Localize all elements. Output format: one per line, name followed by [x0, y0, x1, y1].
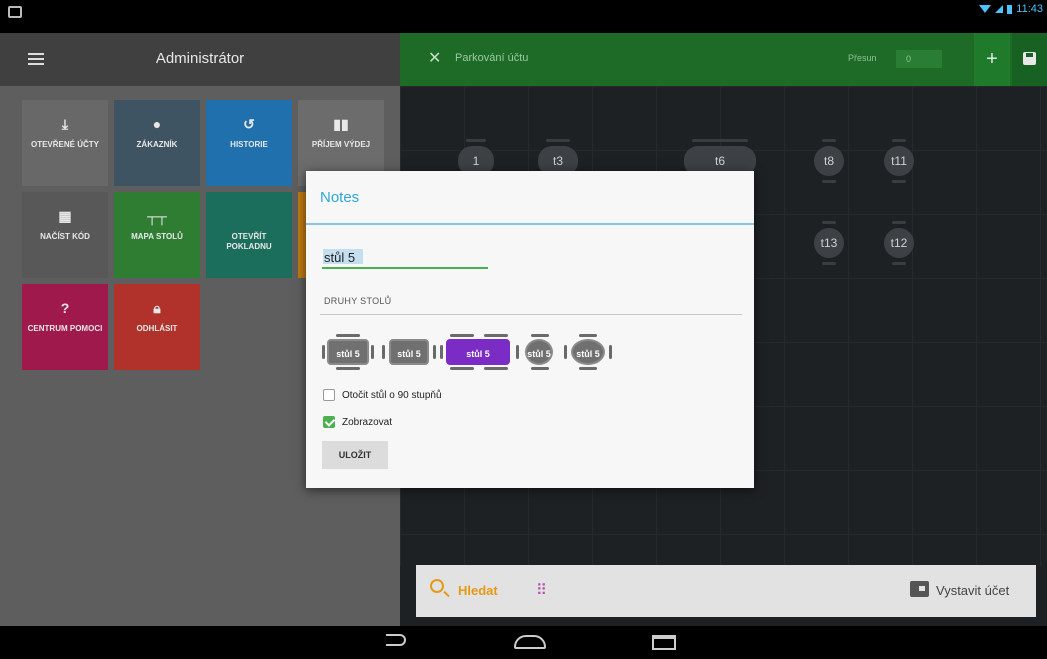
notes-dialog: Notes DRUHY STOLŮ stůl 5 stůl 5 stůl 5 [306, 171, 754, 488]
qr-code-icon: ▦ [58, 208, 72, 224]
home-icon[interactable] [514, 635, 546, 649]
chair-icon [564, 345, 567, 359]
table-t13[interactable]: t13 [814, 221, 844, 265]
table-type-square-4[interactable]: stůl 5 [322, 334, 374, 370]
navigation-bar [0, 626, 1047, 659]
table-types-heading: DRUHY STOLŮ [324, 296, 392, 306]
admin-title: Administrátor [155, 50, 245, 67]
table-t11[interactable]: t11 [884, 139, 914, 183]
section-divider [320, 314, 742, 315]
chair-icon [336, 334, 360, 337]
chair-icon [433, 345, 436, 359]
clock: 11:43 [1016, 3, 1043, 15]
save-icon-button[interactable] [1012, 33, 1047, 86]
back-icon[interactable] [386, 634, 406, 646]
invoice-icon[interactable] [910, 581, 929, 597]
table-type-label: stůl 5 [327, 339, 369, 365]
dialog-divider [306, 223, 754, 225]
battery-icon [1007, 4, 1013, 14]
tile-label: ODHLÁSIT [136, 324, 178, 333]
chair-icon [579, 334, 597, 337]
table-type-label: stůl 5 [446, 339, 510, 365]
tile-table-map[interactable]: ┬┬ MAPA STOLŮ [114, 192, 200, 278]
chair-icon [484, 367, 508, 370]
table-type-round-4[interactable]: stůl 5 [516, 334, 566, 370]
table-type-label: stůl 5 [571, 339, 605, 365]
table-t12[interactable]: t12 [884, 221, 914, 265]
tile-label: NAČÍST KÓD [40, 232, 90, 241]
save-button[interactable]: ULOŽIT [322, 441, 388, 469]
table-type-long-selected[interactable]: stůl 5 [440, 334, 520, 370]
tile-label: OTEVŘENÉ ÚČTY [30, 140, 99, 149]
mail-notification-icon [8, 6, 22, 18]
search-button[interactable]: Hledat [458, 583, 498, 598]
search-icon[interactable] [430, 579, 444, 593]
tile-open-accounts[interactable]: ⤓ OTEVŘENÉ ÚČTY [22, 100, 108, 186]
tile-label: HISTORIE [230, 140, 268, 149]
chair-icon [450, 334, 474, 337]
chair-icon [531, 334, 549, 337]
download-icon: ⤓ [61, 116, 69, 132]
tile-scan-code[interactable]: ▦ NAČÍST KÓD [22, 192, 108, 278]
history-icon: ↺ [243, 116, 255, 132]
parking-header: ✕ Parkování účtu Přesun 0 + [400, 33, 1047, 86]
close-icon[interactable]: ✕ [428, 48, 441, 68]
parking-title: Parkování účtu [455, 52, 529, 64]
tile-icon-blank [206, 208, 292, 224]
screen: 11:43 Administrátor ⤓ OTEVŘENÉ ÚČTY ● ZÁ… [0, 0, 1047, 659]
rotate-label: Otočit stůl o 90 stupňů [342, 390, 442, 401]
help-icon: ? [60, 300, 70, 316]
move-label: Přesun [848, 53, 877, 63]
save-icon [1023, 52, 1036, 65]
chair-icon [371, 345, 374, 359]
status-bar: 11:43 [0, 0, 1047, 33]
bottom-toolbar: Hledat ⠿ Vystavit účet [416, 565, 1036, 617]
tile-logout[interactable]: 🔒︎ ODHLÁSIT [114, 284, 200, 370]
chair-icon [609, 345, 612, 359]
keypad-icon[interactable]: ⠿ [536, 581, 547, 599]
chair-icon [531, 367, 549, 370]
chair-icon [382, 345, 385, 359]
chair-icon [322, 345, 325, 359]
tile-label: CENTRUM POMOCI [27, 324, 103, 333]
table-name-input[interactable] [322, 247, 488, 269]
lock-icon: 🔒︎ [153, 300, 161, 316]
wifi-icon [979, 5, 992, 13]
recent-apps-icon[interactable] [652, 635, 676, 650]
status-icons: 11:43 [979, 3, 1043, 15]
show-label: Zobrazovat [342, 417, 393, 428]
tile-label: OTEVŘÍT POKLADNU [226, 232, 272, 251]
admin-header: Administrátor [0, 33, 400, 86]
person-icon: ● [152, 116, 162, 132]
tile-open-cashdrawer[interactable]: OTEVŘÍT POKLADNU [206, 192, 292, 278]
tile-history[interactable]: ↺ HISTORIE [206, 100, 292, 186]
rotate-checkbox[interactable] [323, 389, 335, 401]
chair-icon [450, 367, 474, 370]
tile-customer[interactable]: ● ZÁKAZNÍK [114, 100, 200, 186]
issue-invoice-button[interactable]: Vystavit účet [936, 583, 1009, 598]
table-type-label: stůl 5 [525, 339, 553, 365]
chair-icon [336, 367, 360, 370]
chair-icon [579, 367, 597, 370]
tile-label: PŘÍJEM VÝDEJ [311, 140, 371, 149]
chair-icon [484, 334, 508, 337]
chair-icon [516, 345, 519, 359]
move-field[interactable]: 0 [896, 50, 942, 68]
dialog-title: Notes [320, 189, 360, 206]
tile-label: MAPA STOLŮ [131, 232, 183, 241]
tile-label: ZÁKAZNÍK [136, 140, 178, 149]
tile-help-center[interactable]: ? CENTRUM POMOCI [22, 284, 108, 370]
add-button[interactable]: + [974, 33, 1010, 86]
show-checkbox[interactable] [323, 416, 335, 428]
signal-icon [995, 5, 1004, 13]
table-type-square-2[interactable]: stůl 5 [382, 334, 436, 370]
bar-chart-icon: ▮▮ [333, 116, 349, 132]
tile-partial[interactable] [298, 192, 306, 278]
table-icon: ┬┬ [147, 208, 167, 224]
table-type-round-6[interactable]: stůl 5 [564, 334, 614, 370]
chair-icon [440, 345, 443, 359]
table-type-label: stůl 5 [389, 339, 429, 365]
table-t8[interactable]: t8 [814, 139, 844, 183]
